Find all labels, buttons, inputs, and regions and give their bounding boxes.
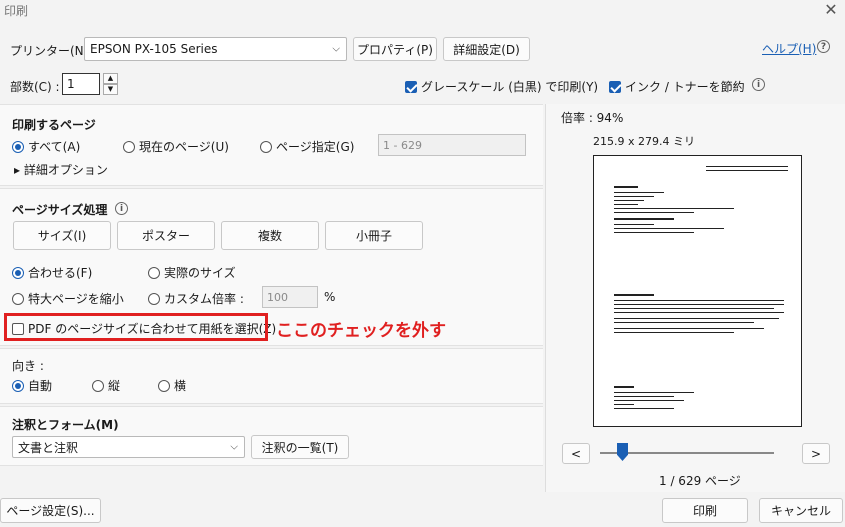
print-button[interactable]: 印刷 bbox=[662, 498, 748, 523]
grayscale-check[interactable] bbox=[405, 80, 417, 93]
orientation-portrait-radio[interactable]: 縦 bbox=[92, 377, 120, 394]
poster-button[interactable]: ポスター bbox=[117, 221, 215, 250]
copies-label: 部数(C) : bbox=[10, 80, 60, 94]
annotation-note: ここのチェックを外す bbox=[276, 321, 446, 341]
comments-select[interactable]: 文書と注釈 ⌵ bbox=[12, 436, 245, 458]
zoom-label: 倍率 : 94% bbox=[561, 111, 624, 125]
grayscale-checkbox[interactable]: グレースケール (白黒) で印刷(Y) bbox=[405, 78, 598, 95]
help-icon[interactable]: ? bbox=[817, 40, 830, 53]
pages-current-radio[interactable]: 現在のページ(U) bbox=[123, 138, 229, 155]
page-preview bbox=[593, 155, 802, 427]
page-info-label: 1 / 629 ページ bbox=[659, 474, 741, 488]
highlight-box bbox=[4, 313, 268, 341]
advanced-button[interactable]: 詳細設定(D) bbox=[443, 37, 530, 61]
save-ink-label: インク / トナーを節約 bbox=[625, 80, 745, 94]
comments-title: 注釈とフォーム(M) bbox=[12, 418, 119, 432]
more-options-toggle[interactable]: ▸ 詳細オプション bbox=[14, 161, 108, 178]
actual-size-radio[interactable]: 実際のサイズ bbox=[148, 264, 236, 281]
pages-range-input[interactable]: 1 - 629 bbox=[378, 134, 526, 156]
orientation-section bbox=[0, 348, 543, 404]
copies-down-button[interactable]: ▼ bbox=[103, 84, 118, 95]
orientation-title: 向き : bbox=[12, 359, 44, 373]
next-page-button[interactable]: > bbox=[802, 443, 830, 464]
info-icon[interactable]: i bbox=[115, 202, 128, 215]
window-title: 印刷 bbox=[4, 4, 29, 18]
orientation-landscape-radio[interactable]: 横 bbox=[158, 377, 186, 394]
properties-button[interactable]: プロパティ(P) bbox=[353, 37, 437, 61]
orientation-auto-radio[interactable]: 自動 bbox=[12, 377, 52, 394]
save-ink-checkbox[interactable]: インク / トナーを節約 bbox=[609, 78, 745, 95]
printer-selected: EPSON PX-105 Series bbox=[90, 42, 218, 56]
save-ink-check[interactable] bbox=[609, 80, 621, 93]
grayscale-label: グレースケール (白黒) で印刷(Y) bbox=[421, 80, 599, 94]
copies-up-button[interactable]: ▲ bbox=[103, 73, 118, 84]
help-link[interactable]: ヘルプ(H) bbox=[762, 40, 816, 57]
pages-title: 印刷するページ bbox=[12, 118, 96, 132]
percent-label: % bbox=[324, 290, 336, 304]
shrink-radio[interactable]: 特大ページを縮小 bbox=[12, 290, 124, 307]
pages-range-radio[interactable]: ページ指定(G) bbox=[260, 138, 354, 155]
chevron-down-icon: ⌵ bbox=[332, 43, 340, 55]
size-button[interactable]: サイズ(I) bbox=[13, 221, 111, 250]
booklet-button[interactable]: 小冊子 bbox=[325, 221, 423, 250]
fit-radio[interactable]: 合わせる(F) bbox=[12, 264, 92, 281]
page-size-label: 215.9 x 279.4 ミリ bbox=[593, 135, 695, 148]
custom-scale-input[interactable]: 100 bbox=[262, 286, 318, 308]
printer-select[interactable]: EPSON PX-105 Series ⌵ bbox=[84, 37, 347, 61]
copies-input[interactable]: 1 bbox=[62, 73, 100, 95]
comments-summary-button[interactable]: 注釈の一覧(T) bbox=[251, 435, 349, 459]
multiple-button[interactable]: 複数 bbox=[221, 221, 319, 250]
pages-all-radio[interactable]: すべて(A) bbox=[12, 138, 80, 155]
page-setup-button[interactable]: ページ設定(S)... bbox=[0, 498, 101, 523]
cancel-button[interactable]: キャンセル bbox=[759, 498, 843, 523]
prev-page-button[interactable]: < bbox=[562, 443, 590, 464]
chevron-down-icon: ⌵ bbox=[230, 441, 238, 453]
close-icon[interactable]: ✕ bbox=[821, 0, 841, 19]
info-icon[interactable]: i bbox=[752, 78, 765, 91]
sizing-title: ページサイズ処理 bbox=[12, 203, 108, 217]
custom-scale-radio[interactable]: カスタム倍率 : bbox=[148, 290, 244, 307]
